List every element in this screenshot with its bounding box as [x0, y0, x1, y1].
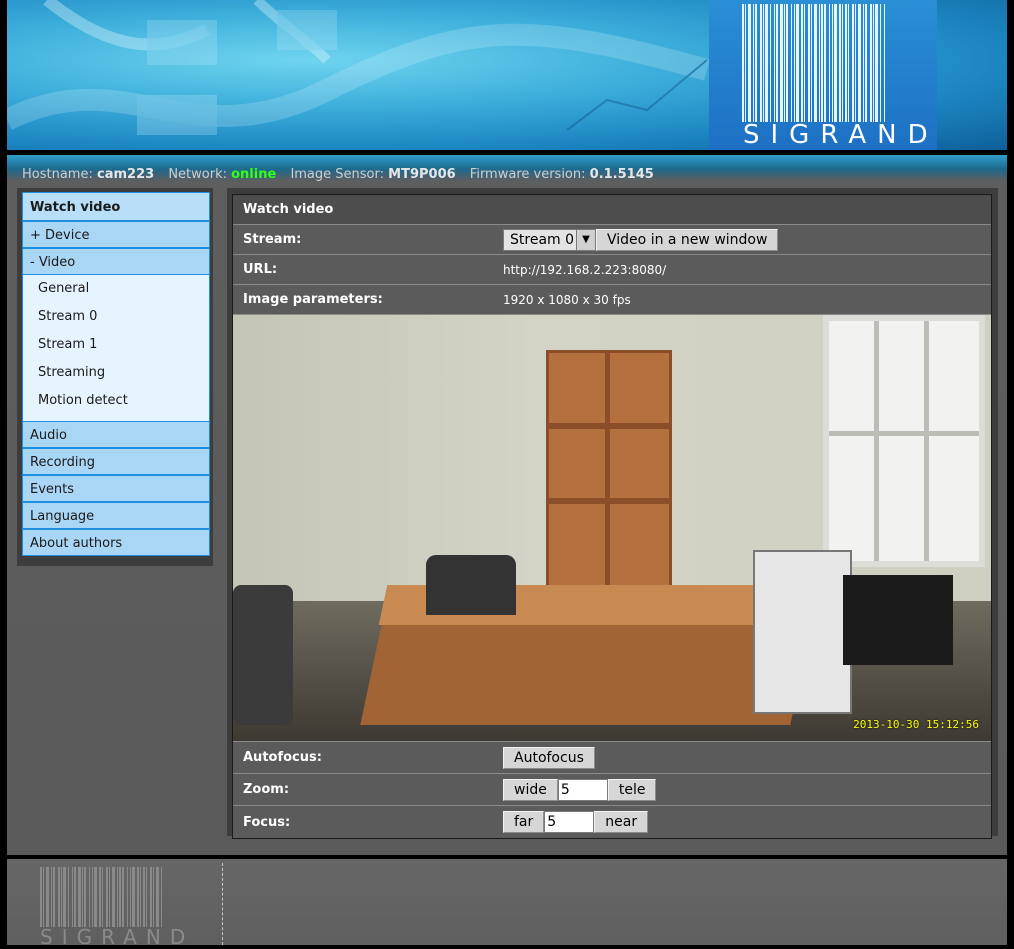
focus-far-button[interactable]: far	[503, 811, 545, 833]
image-params-row: Image parameters: 1920 x 1080 x 30 fps	[233, 285, 991, 315]
video-window-object	[823, 315, 985, 567]
sensor-value: MT9P006	[388, 167, 456, 182]
content-panel: Watch video Stream: Stream 0 ▼ Video in …	[227, 188, 998, 839]
panel-title: Watch video	[243, 202, 334, 217]
sidebar-subitem-motion-detect[interactable]: Motion detect	[23, 390, 209, 418]
focus-near-button[interactable]: near	[594, 811, 649, 833]
barcode-icon	[742, 4, 907, 122]
video-chair-back	[426, 555, 516, 615]
stream-selected-value: Stream 0	[510, 231, 575, 248]
sensor-label: Image Sensor:	[290, 167, 384, 182]
stream-select[interactable]: Stream 0 ▼	[503, 228, 597, 251]
autofocus-label: Autofocus:	[243, 750, 322, 765]
main-area: Hostname: cam223 Network: online Image S…	[7, 155, 1007, 855]
logo-text: SIGRAND	[743, 120, 939, 150]
network-status: online	[231, 167, 277, 182]
panel-title-row: Watch video	[233, 195, 991, 225]
video-bookshelf	[546, 350, 672, 591]
zoom-input[interactable]	[557, 778, 608, 801]
autofocus-row: Autofocus: Autofocus	[233, 742, 991, 774]
sidebar-item-device[interactable]: + Device	[22, 221, 210, 248]
zoom-wide-button[interactable]: wide	[503, 778, 558, 801]
hostname-value: cam223	[97, 167, 155, 182]
video-chair	[233, 585, 293, 725]
sidebar-subitem-streaming[interactable]: Streaming	[23, 362, 209, 390]
video-monitor	[843, 575, 953, 665]
image-params-label: Image parameters:	[243, 292, 383, 307]
url-row: URL: http://192.168.2.223:8080/	[233, 255, 991, 285]
sidebar-item-events[interactable]: Events	[22, 475, 210, 502]
video-stream[interactable]: 2013-10-30 15:12:56	[233, 315, 991, 742]
zoom-tele-button[interactable]: tele	[607, 778, 657, 801]
sidebar-subitem-general[interactable]: General	[23, 278, 209, 306]
sidebar-item-watch-video[interactable]: Watch video	[22, 192, 210, 221]
sidebar-item-audio[interactable]: Audio	[22, 421, 210, 448]
footer-barcode-icon	[40, 867, 182, 927]
url-label: URL:	[243, 262, 278, 277]
video-computer	[753, 550, 852, 714]
video-new-window-button[interactable]: Video in a new window	[596, 228, 779, 251]
watch-video-table: Watch video Stream: Stream 0 ▼ Video in …	[232, 194, 992, 839]
hostname-label: Hostname:	[22, 167, 93, 182]
url-value: http://192.168.2.223:8080/	[503, 262, 667, 277]
firmware-label: Firmware version:	[469, 167, 586, 182]
focus-input[interactable]	[544, 811, 595, 833]
sidebar-subitem-stream-1[interactable]: Stream 1	[23, 334, 209, 362]
status-bar: Hostname: cam223 Network: online Image S…	[22, 167, 664, 182]
autofocus-button[interactable]: Autofocus	[503, 746, 595, 769]
zoom-label: Zoom:	[243, 782, 290, 797]
sidebar-item-about-authors[interactable]: About authors	[22, 529, 210, 556]
sidebar: Watch video + Device - Video General Str…	[17, 188, 213, 566]
footer-divider	[222, 863, 223, 945]
video-timestamp: 2013-10-30 15:12:56	[853, 718, 979, 731]
chevron-down-icon[interactable]: ▼	[576, 229, 596, 250]
sidebar-subitem-stream-0[interactable]: Stream 0	[23, 306, 209, 334]
sidebar-item-video[interactable]: - Video	[22, 248, 210, 275]
brand-logo: SIGRAND	[709, 0, 937, 150]
focus-label: Focus:	[243, 814, 291, 830]
footer-logo-text: SIGRAND	[40, 925, 195, 949]
sidebar-item-language[interactable]: Language	[22, 502, 210, 529]
header-banner: SIGRAND	[7, 0, 1007, 150]
stream-label: Stream:	[243, 232, 302, 247]
network-label: Network:	[168, 167, 227, 182]
sidebar-item-recording[interactable]: Recording	[22, 448, 210, 475]
zoom-row: Zoom: wide tele	[233, 774, 991, 806]
firmware-value: 0.1.5145	[589, 167, 654, 182]
sidebar-submenu-video: General Stream 0 Stream 1 Streaming Moti…	[22, 275, 210, 421]
footer: SIGRAND	[7, 859, 1007, 949]
stream-row: Stream: Stream 0 ▼ Video in a new window	[233, 225, 991, 255]
focus-row: Focus: far near	[233, 806, 991, 838]
image-params-value: 1920 x 1080 x 30 fps	[503, 292, 631, 307]
